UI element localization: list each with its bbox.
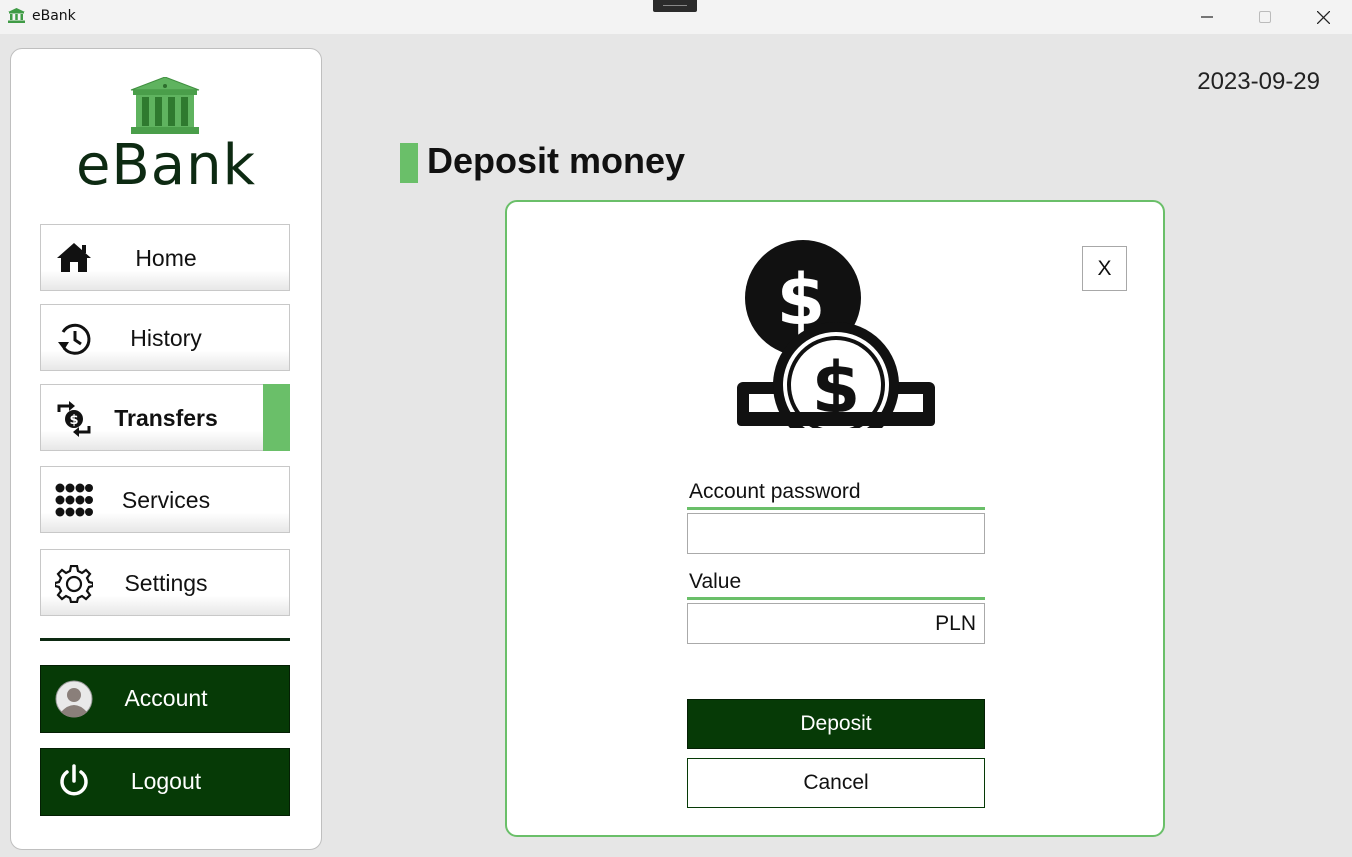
sidebar: eBank Home History $ Transfers Services …	[10, 48, 322, 850]
close-window-button[interactable]	[1294, 0, 1352, 34]
dialog-close-button[interactable]: X	[1082, 246, 1127, 291]
minimize-button[interactable]	[1178, 0, 1236, 34]
nav-settings-label: Settings	[124, 570, 208, 596]
nav-history-label: History	[130, 325, 202, 351]
current-date: 2023-09-29	[1197, 68, 1320, 95]
logout-label: Logout	[130, 768, 202, 794]
password-label: Account password	[687, 480, 985, 510]
value-label: Value	[687, 570, 985, 600]
bank-building-icon	[130, 77, 200, 134]
maximize-icon	[1259, 11, 1271, 23]
nav-history-button[interactable]: History	[40, 304, 290, 371]
window-titlebar: eBank	[0, 0, 1352, 34]
cancel-button[interactable]: Cancel	[687, 758, 985, 808]
deposit-button[interactable]: Deposit	[687, 699, 985, 749]
coins-deposit-icon: $ $	[737, 240, 935, 428]
account-button[interactable]: Account	[40, 665, 290, 733]
logout-button[interactable]: Logout	[40, 748, 290, 816]
nav-transfers-button[interactable]: $ Transfers	[40, 384, 290, 451]
nav-services-button[interactable]: Services	[40, 466, 290, 533]
maximize-button[interactable]	[1236, 0, 1294, 34]
value-input[interactable]	[687, 603, 985, 644]
close-icon	[1316, 10, 1330, 24]
password-input[interactable]	[687, 513, 985, 554]
nav-transfers-label: Transfers	[114, 405, 218, 431]
bank-icon	[8, 8, 25, 23]
nav-settings-button[interactable]: Settings	[40, 549, 290, 616]
deposit-dialog: $ $ X Account password Value Deposit Can…	[505, 200, 1165, 837]
sidebar-divider	[40, 638, 290, 641]
minimize-icon	[1201, 16, 1213, 18]
nav-services-label: Services	[121, 487, 211, 513]
snap-handle[interactable]	[653, 0, 697, 12]
nav-home-button[interactable]: Home	[40, 224, 290, 291]
title-marker	[400, 143, 418, 183]
active-indicator	[263, 384, 290, 451]
nav-home-label: Home	[135, 245, 197, 271]
logo-text: eBank	[75, 133, 257, 198]
window-title: eBank	[32, 8, 76, 24]
page-title: Deposit money	[427, 140, 686, 181]
account-label: Account	[124, 685, 208, 711]
